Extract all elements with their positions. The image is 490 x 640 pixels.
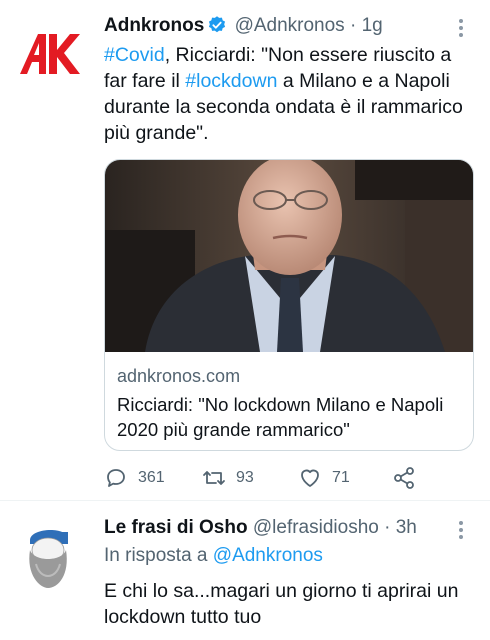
author-name[interactable]: Adnkronos bbox=[104, 15, 204, 36]
card-image bbox=[105, 160, 473, 352]
retweet-button[interactable]: 93 bbox=[202, 464, 254, 492]
dot-separator: · bbox=[384, 517, 391, 538]
more-icon[interactable] bbox=[458, 521, 464, 543]
replying-prefix: In risposta a bbox=[104, 545, 213, 566]
reply-text: E chi lo sa...magari un giorno ti aprira… bbox=[104, 580, 459, 628]
adnkronos-logo-icon[interactable] bbox=[18, 24, 82, 88]
more-icon[interactable] bbox=[458, 19, 464, 41]
osho-avatar-icon[interactable] bbox=[18, 520, 78, 590]
reply-icon bbox=[107, 469, 125, 487]
reply-button[interactable]: 361 bbox=[104, 464, 165, 492]
replying-to: In risposta a @Adnkronos bbox=[104, 544, 323, 568]
dot-separator: · bbox=[349, 15, 357, 36]
like-button[interactable]: 71 bbox=[298, 464, 350, 492]
reply-timestamp[interactable]: 3h bbox=[396, 517, 417, 538]
share-icon bbox=[394, 467, 414, 489]
share-button[interactable] bbox=[392, 464, 426, 492]
author-handle[interactable]: @Adnkronos bbox=[235, 15, 345, 36]
reply-header: Le frasi di Osho @lefrasidiosho · 3h bbox=[104, 516, 450, 540]
link-card[interactable]: adnkronos.com Ricciardi: "No lockdown Mi… bbox=[104, 159, 474, 451]
card-domain: adnkronos.com bbox=[117, 366, 241, 386]
card-title: Ricciardi: "No lockdown Milano e Napoli … bbox=[117, 394, 444, 440]
retweet-icon bbox=[203, 471, 225, 485]
retweet-count: 93 bbox=[236, 469, 254, 486]
hashtag-covid[interactable]: #Covid bbox=[104, 44, 165, 66]
like-icon bbox=[301, 469, 319, 487]
reply-author-handle[interactable]: @lefrasidiosho bbox=[253, 517, 379, 538]
tweet-header: Adnkronos @Adnkronos · 1g bbox=[104, 14, 450, 38]
like-count: 71 bbox=[332, 469, 350, 486]
reply-count: 361 bbox=[138, 469, 165, 486]
verified-badge-icon bbox=[207, 15, 227, 35]
tweet-text: #Covid, Ricciardi: "Non essere riuscito … bbox=[104, 42, 474, 146]
reply-author-name[interactable]: Le frasi di Osho bbox=[104, 517, 248, 538]
timestamp[interactable]: 1g bbox=[362, 15, 383, 36]
replying-to-handle[interactable]: @Adnkronos bbox=[213, 545, 323, 566]
hashtag-lockdown[interactable]: #lockdown bbox=[185, 70, 277, 92]
tweet-actions: 361 93 71 bbox=[104, 464, 474, 492]
